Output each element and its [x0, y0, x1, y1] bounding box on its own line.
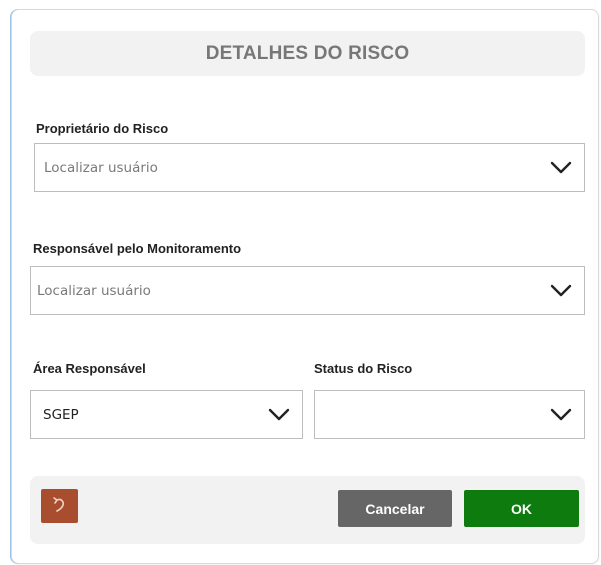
monitoring-responsible-combobox[interactable]: Localizar usuário — [30, 266, 585, 315]
dialog-title: DETALHES DO RISCO — [205, 42, 410, 64]
undo-icon — [52, 496, 68, 517]
reset-button[interactable] — [41, 489, 78, 523]
responsible-area-dropdown[interactable]: SGEP — [30, 390, 303, 439]
cancel-button[interactable]: Cancelar — [338, 490, 452, 527]
dialog-footer: Cancelar OK — [30, 476, 585, 544]
dialog-header: DETALHES DO RISCO — [30, 31, 585, 76]
risk-details-dialog: DETALHES DO RISCO Proprietário do Risco … — [11, 9, 599, 564]
chevron-down-icon[interactable] — [549, 284, 573, 298]
chevron-down-icon[interactable] — [549, 161, 573, 175]
responsible-area-label: Área Responsável — [33, 361, 146, 376]
chevron-down-icon[interactable] — [549, 408, 573, 422]
risk-status-label: Status do Risco — [314, 361, 413, 376]
monitoring-responsible-label: Responsável pelo Monitoramento — [33, 241, 242, 256]
chevron-down-icon[interactable] — [267, 408, 291, 422]
monitoring-responsible-placeholder[interactable]: Localizar usuário — [31, 283, 549, 299]
ok-button[interactable]: OK — [464, 490, 579, 527]
risk-owner-placeholder[interactable]: Localizar usuário — [35, 160, 549, 176]
risk-owner-combobox[interactable]: Localizar usuário — [34, 143, 585, 192]
risk-owner-label: Proprietário do Risco — [36, 121, 169, 136]
risk-status-dropdown[interactable] — [314, 390, 585, 439]
responsible-area-value[interactable]: SGEP — [31, 407, 267, 423]
